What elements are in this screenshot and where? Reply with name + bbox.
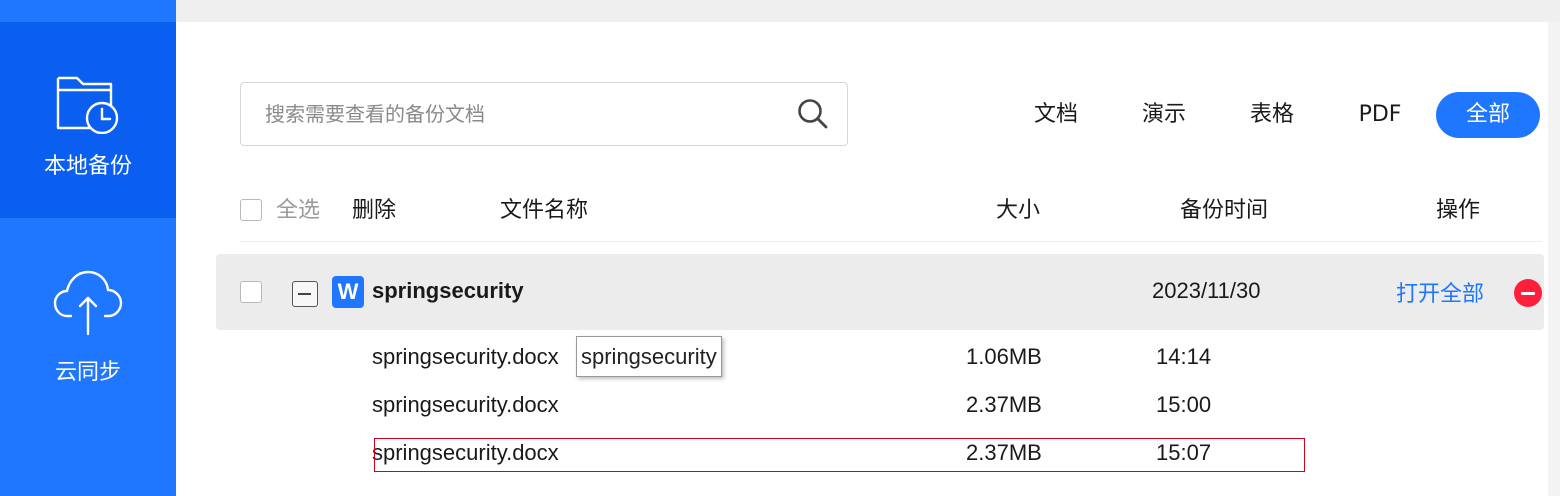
file-name[interactable]: springsecurity.docx <box>372 344 559 370</box>
collapse-toggle-icon[interactable] <box>292 281 318 307</box>
group-file-name: springsecurity <box>372 278 524 303</box>
group-backup-date: 2023/11/30 <box>1152 278 1261 303</box>
filter-tab-all[interactable]: 全部 <box>1436 92 1540 138</box>
folder-clock-icon <box>55 72 121 140</box>
sidebar-item-label: 云同步 <box>54 360 121 385</box>
scrollbar-track[interactable] <box>1548 22 1560 496</box>
filter-tab-documents[interactable]: 文档 <box>1026 92 1086 138</box>
delete-button[interactable]: 删除 <box>352 196 396 226</box>
sidebar-item-local-backup[interactable]: 本地备份 <box>0 22 176 218</box>
sidebar: 本地备份 云同步 <box>0 0 176 496</box>
search-input[interactable] <box>265 97 785 131</box>
column-header-file-name: 文件名称 <box>500 198 589 223</box>
backup-time: 14:14 <box>1156 344 1212 369</box>
sidebar-item-label: 本地备份 <box>43 154 132 179</box>
file-name[interactable]: springsecurity.docx <box>372 392 559 418</box>
filter-tab-spreadsheets[interactable]: 表格 <box>1242 92 1302 138</box>
header-divider <box>240 241 1542 242</box>
select-all-checkbox[interactable] <box>240 199 262 221</box>
table-row[interactable]: springsecurity.docx 1.06MB 14:14 <box>372 338 1302 378</box>
open-all-button[interactable]: 打开全部 <box>1396 276 1484 308</box>
select-all-label[interactable]: 全选 <box>276 196 320 226</box>
table-row[interactable]: springsecurity.docx 2.37MB 15:00 <box>372 386 1302 426</box>
cloud-upload-icon <box>53 268 123 344</box>
search-icon[interactable] <box>797 98 829 134</box>
row-highlight-box <box>374 438 1305 472</box>
column-header-size: 大小 <box>996 198 1041 223</box>
file-name-tooltip: springsecurity <box>576 336 722 377</box>
backup-time: 15:00 <box>1156 392 1212 417</box>
group-checkbox[interactable] <box>240 281 262 303</box>
search-box <box>240 82 848 146</box>
sidebar-item-cloud-sync[interactable]: 云同步 <box>0 268 176 386</box>
file-size: 1.06MB <box>966 344 1042 369</box>
column-header-backup-time: 备份时间 <box>1180 198 1269 223</box>
filter-tab-presentations[interactable]: 演示 <box>1134 92 1194 138</box>
filter-tab-pdf[interactable]: PDF <box>1348 92 1412 138</box>
top-bar <box>176 0 1560 22</box>
column-header-actions: 操作 <box>1436 198 1481 223</box>
word-document-icon: W <box>332 276 364 308</box>
remove-icon[interactable] <box>1514 279 1542 307</box>
file-size: 2.37MB <box>966 392 1042 417</box>
